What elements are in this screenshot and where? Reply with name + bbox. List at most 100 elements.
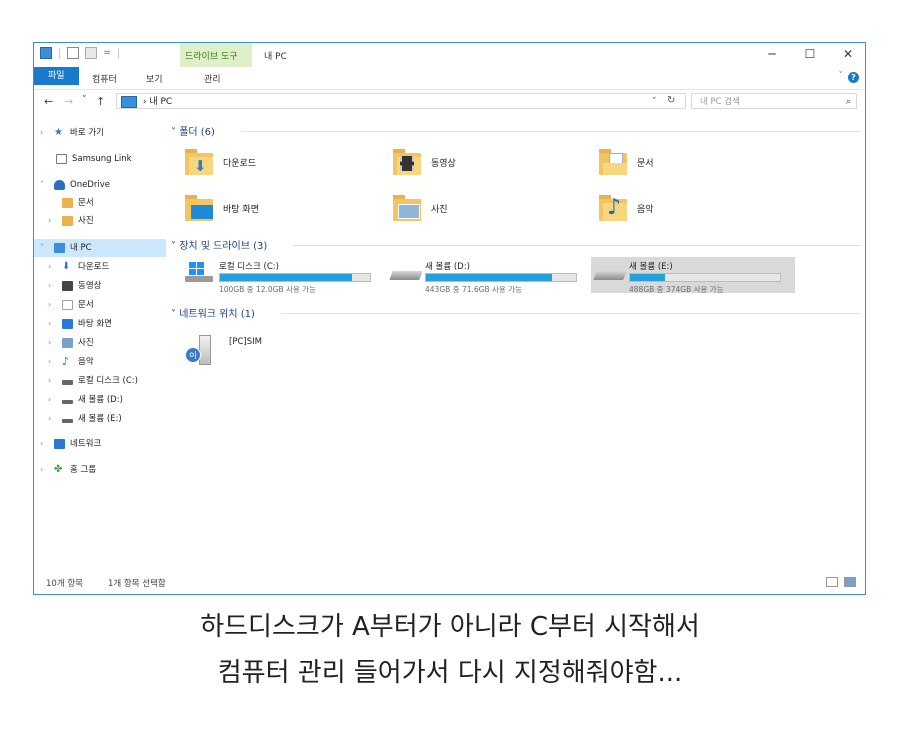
nav-label: 사진 bbox=[78, 338, 94, 348]
expand-arrow-icon[interactable]: › bbox=[48, 277, 51, 295]
drive-usage-fill bbox=[220, 274, 352, 281]
nav-item-network[interactable]: › 네트워크 bbox=[34, 435, 166, 453]
samsung-link-icon bbox=[56, 154, 67, 164]
network-location-pc-sim[interactable]: o| [PC]SIM bbox=[185, 331, 365, 367]
expand-arrow-icon[interactable]: › bbox=[48, 258, 51, 276]
tab-file[interactable]: 파일 bbox=[34, 67, 79, 85]
nav-item-pictures[interactable]: › 사진 bbox=[34, 334, 166, 352]
nav-item-downloads[interactable]: › ⬇ 다운로드 bbox=[34, 258, 166, 276]
expand-arrow-icon[interactable]: › bbox=[40, 461, 43, 479]
group-header-folders[interactable]: ˅ 폴더 (6) bbox=[171, 123, 215, 138]
collapse-arrow-icon[interactable]: ˅ bbox=[40, 176, 44, 194]
nav-item-onedrive[interactable]: ˅ OneDrive bbox=[34, 176, 166, 194]
group-divider bbox=[293, 245, 861, 246]
drive-c[interactable]: 로컬 디스크 (C:) 100GB 중 12.0GB 사용 가능 bbox=[181, 257, 381, 294]
nav-item-this-pc[interactable]: ˅ 내 PC bbox=[34, 239, 166, 257]
maximize-button[interactable]: ☐ bbox=[800, 47, 820, 61]
nav-item-homegroup[interactable]: › ✤ 홈 그룹 bbox=[34, 461, 166, 479]
drive-d[interactable]: 새 볼륨 (D:) 443GB 중 71.6GB 사용 가능 bbox=[387, 257, 587, 294]
large-icons-view-icon[interactable] bbox=[844, 577, 856, 587]
expand-arrow-icon[interactable]: › bbox=[48, 353, 51, 371]
ribbon-expand-icon[interactable]: ˅ bbox=[839, 71, 844, 81]
nav-label: 로컬 디스크 (C:) bbox=[78, 376, 138, 386]
drive-info: 443GB 중 71.6GB 사용 가능 bbox=[425, 285, 522, 294]
folder-documents[interactable]: 문서 bbox=[599, 149, 779, 189]
nav-label: 문서 bbox=[78, 198, 94, 208]
nav-item-documents[interactable]: › 문서 bbox=[34, 296, 166, 314]
music-folder-icon: ♪ bbox=[599, 195, 629, 223]
expand-arrow-icon[interactable]: › bbox=[40, 435, 43, 453]
nav-item-onedrive-documents[interactable]: 문서 bbox=[34, 194, 166, 212]
forward-button[interactable]: → bbox=[64, 95, 73, 108]
desktop-folder-icon bbox=[185, 195, 215, 223]
folder-pictures[interactable]: 사진 bbox=[393, 195, 573, 235]
details-view-icon[interactable] bbox=[826, 577, 838, 587]
nav-label: 새 볼륨 (E:) bbox=[78, 414, 122, 424]
properties-icon[interactable] bbox=[67, 47, 80, 59]
nav-item-samsung-link[interactable]: Samsung Link bbox=[34, 150, 166, 168]
up-button[interactable]: ↑ bbox=[96, 95, 105, 108]
tab-view[interactable]: 보기 bbox=[138, 70, 171, 87]
nav-item-drive-c[interactable]: › 로컬 디스크 (C:) bbox=[34, 372, 166, 390]
address-box[interactable]: › 내 PC bbox=[116, 93, 686, 109]
recent-locations-button[interactable]: ˅ bbox=[82, 95, 87, 105]
expand-arrow-icon[interactable]: › bbox=[48, 315, 51, 333]
pc-icon[interactable] bbox=[40, 47, 52, 59]
expand-arrow-icon[interactable]: › bbox=[40, 124, 43, 142]
expand-arrow-icon[interactable]: › bbox=[48, 296, 51, 314]
nav-item-drive-e[interactable]: › 새 볼륨 (E:) bbox=[34, 410, 166, 428]
breadcrumb-current[interactable]: 내 PC bbox=[149, 97, 172, 107]
expand-arrow-icon[interactable]: › bbox=[48, 372, 51, 390]
documents-icon bbox=[62, 300, 73, 310]
nav-item-desktop[interactable]: › 바탕 화면 bbox=[34, 315, 166, 333]
collapse-arrow-icon[interactable]: ˅ bbox=[171, 309, 176, 320]
customize-qat-icon[interactable]: = bbox=[103, 48, 111, 58]
expand-arrow-icon[interactable]: › bbox=[48, 391, 51, 409]
tab-computer[interactable]: 컴퓨터 bbox=[84, 70, 125, 87]
nav-label: 바로 가기 bbox=[70, 128, 104, 138]
new-folder-icon[interactable] bbox=[85, 47, 98, 59]
collapse-arrow-icon[interactable]: ˅ bbox=[171, 241, 176, 252]
group-header-network[interactable]: ˅ 네트워크 위치 (1) bbox=[171, 305, 255, 320]
folder-music[interactable]: ♪ 음악 bbox=[599, 195, 779, 235]
folder-desktop[interactable]: 바탕 화면 bbox=[185, 195, 365, 235]
nav-label: Samsung Link bbox=[72, 154, 132, 164]
group-divider bbox=[281, 313, 861, 314]
nav-item-music[interactable]: › ♪ 음악 bbox=[34, 353, 166, 371]
network-pc-icon: o| bbox=[185, 335, 213, 365]
group-header-drives[interactable]: ˅ 장치 및 드라이브 (3) bbox=[171, 237, 267, 252]
tab-manage[interactable]: 관리 bbox=[196, 70, 229, 87]
expand-arrow-icon[interactable]: › bbox=[48, 212, 51, 230]
search-input[interactable]: 내 PC 검색 ⌕ bbox=[691, 93, 857, 109]
separator: | bbox=[58, 47, 62, 59]
close-button[interactable]: ✕ bbox=[838, 47, 858, 61]
back-button[interactable]: ← bbox=[44, 95, 53, 108]
ribbon-tabs: 파일 컴퓨터 보기 관리 ˅ ? bbox=[34, 67, 865, 90]
minimize-button[interactable]: ─ bbox=[762, 47, 782, 61]
collapse-arrow-icon[interactable]: ˅ bbox=[171, 127, 176, 138]
group-label: 장치 및 드라이브 (3) bbox=[179, 241, 268, 252]
drive-e[interactable]: 새 볼륨 (E:) 488GB 중 374GB 사용 가능 bbox=[591, 257, 795, 294]
path-separator[interactable]: › bbox=[143, 97, 147, 107]
nav-item-quick-access[interactable]: › ★ 바로 가기 bbox=[34, 124, 166, 142]
address-dropdown-button[interactable]: ˅ bbox=[652, 97, 657, 107]
nav-item-videos[interactable]: › 동영상 bbox=[34, 277, 166, 295]
nav-item-onedrive-pictures[interactable]: › 사진 bbox=[34, 212, 166, 230]
expand-arrow-icon[interactable]: › bbox=[48, 410, 51, 428]
expand-arrow-icon[interactable]: › bbox=[48, 334, 51, 352]
window-title: 내 PC bbox=[264, 52, 287, 62]
drive-name: 새 볼륨 (D:) bbox=[425, 262, 470, 272]
collapse-arrow-icon[interactable]: ˅ bbox=[40, 239, 44, 257]
folder-videos[interactable]: 동영상 bbox=[393, 149, 573, 189]
nav-item-drive-d[interactable]: › 새 볼륨 (D:) bbox=[34, 391, 166, 409]
nav-label: 내 PC bbox=[70, 243, 92, 253]
search-icon[interactable]: ⌕ bbox=[846, 94, 851, 110]
drive-usage-bar bbox=[425, 273, 577, 282]
folder-name: 다운로드 bbox=[223, 159, 257, 169]
refresh-button[interactable]: ↻ bbox=[667, 95, 675, 106]
folder-downloads[interactable]: ⬇ 다운로드 bbox=[185, 149, 365, 189]
nav-label: 바탕 화면 bbox=[78, 319, 112, 329]
download-folder-icon: ⬇ bbox=[185, 149, 215, 177]
help-icon[interactable]: ? bbox=[848, 72, 859, 83]
drive-usage-bar bbox=[219, 273, 371, 282]
